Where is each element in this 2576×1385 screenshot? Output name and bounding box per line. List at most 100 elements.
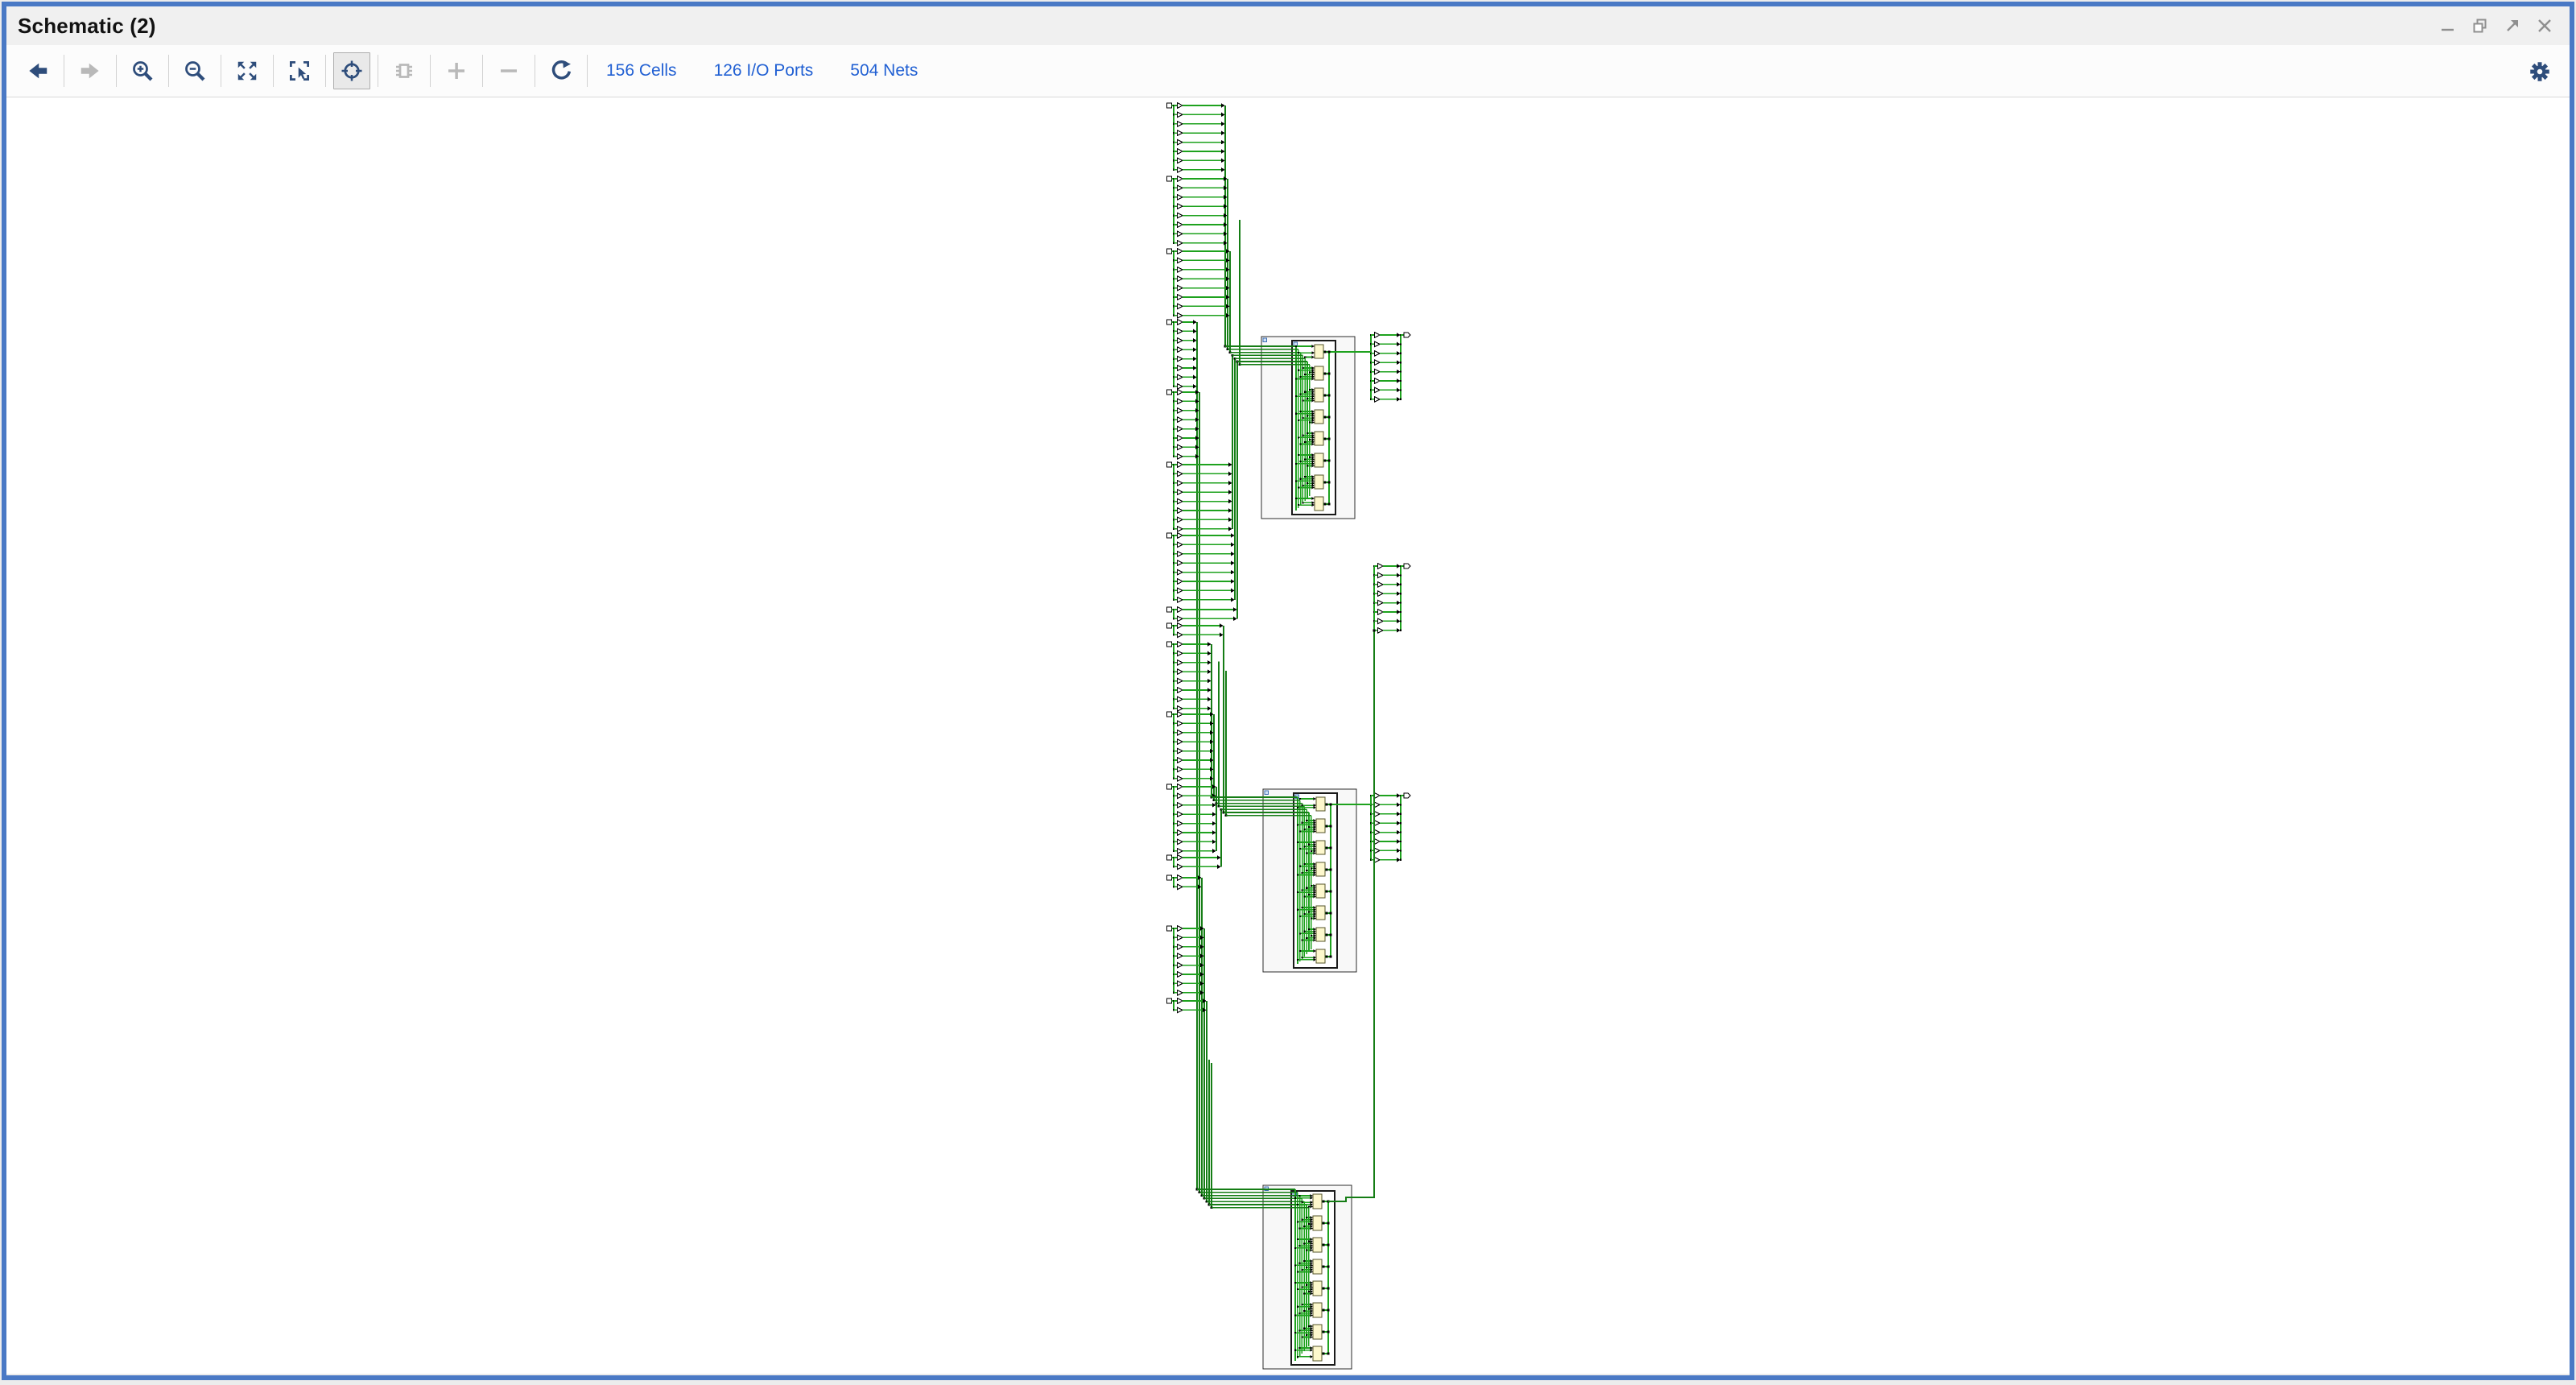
input-port-square: [1167, 249, 1172, 254]
refresh-icon: [549, 59, 573, 83]
minimize-icon: [2438, 16, 2458, 35]
lut-cell[interactable]: [1316, 928, 1325, 941]
toolbar-separator: [116, 55, 117, 87]
lut-cell[interactable]: [1316, 949, 1325, 963]
lut-cell[interactable]: [1313, 1281, 1322, 1296]
cell-block-3[interactable]: [1263, 1185, 1352, 1369]
output-port-group-2[interactable]: [1373, 564, 1410, 633]
lut-cell[interactable]: [1316, 862, 1325, 876]
cells-link[interactable]: 156 Cells: [606, 61, 677, 81]
lut-cell[interactable]: [1313, 1259, 1322, 1274]
lut-cell[interactable]: [1315, 453, 1323, 467]
input-port-group-10[interactable]: [1167, 642, 1212, 711]
output-port-pentagon: [1404, 793, 1410, 798]
zoom-out-button[interactable]: [176, 52, 213, 89]
lut-cell[interactable]: [1315, 345, 1323, 358]
refresh-button[interactable]: [543, 52, 580, 89]
input-port-square: [1167, 103, 1172, 108]
input-port-square: [1167, 642, 1172, 647]
autofit-selection-button[interactable]: [333, 52, 370, 89]
input-port-group-14[interactable]: [1167, 875, 1202, 890]
lut-cell[interactable]: [1313, 1325, 1322, 1339]
lut-cell[interactable]: [1316, 819, 1325, 833]
lut-cell[interactable]: [1313, 1194, 1322, 1209]
plus-icon: [444, 59, 469, 83]
lut-cell[interactable]: [1313, 1346, 1322, 1361]
chip-icon: [392, 59, 416, 83]
float-button[interactable]: [2502, 15, 2523, 36]
crosshair-icon: [340, 59, 364, 83]
input-port-square: [1167, 784, 1172, 789]
lut-cell[interactable]: [1316, 841, 1325, 854]
expand-icon: [235, 59, 259, 83]
input-port-group-4[interactable]: [1167, 320, 1197, 389]
lut-cell[interactable]: [1315, 410, 1323, 424]
io-ports-link[interactable]: 126 I/O Ports: [714, 61, 814, 81]
add-cell-button: [386, 52, 423, 89]
input-port-square: [1167, 533, 1172, 538]
lut-cell[interactable]: [1316, 906, 1325, 920]
input-port-group-9[interactable]: [1167, 623, 1224, 638]
lut-cell[interactable]: [1315, 432, 1323, 445]
settings-button[interactable]: [2521, 53, 2558, 90]
lut-cell[interactable]: [1313, 1216, 1322, 1230]
restore-button[interactable]: [2470, 15, 2491, 36]
input-port-square: [1167, 875, 1172, 880]
toolbar-separator: [168, 55, 169, 87]
zoom-fit-button[interactable]: [229, 52, 266, 89]
window-title: Schematic (2): [18, 14, 156, 39]
lut-cell[interactable]: [1313, 1238, 1322, 1252]
input-port-group-11[interactable]: [1167, 712, 1214, 781]
input-port-square: [1167, 926, 1172, 931]
expand-cone-button: [438, 52, 475, 89]
lut-cell[interactable]: [1313, 1303, 1322, 1317]
input-port-group-1[interactable]: [1167, 103, 1225, 172]
minimize-button[interactable]: [2438, 15, 2458, 36]
input-port-group-12[interactable]: [1167, 784, 1216, 854]
lut-cell[interactable]: [1315, 497, 1323, 511]
net-bundles: [1196, 105, 1241, 1209]
input-port-square: [1167, 176, 1172, 181]
output-port-group-3[interactable]: [1370, 793, 1410, 862]
input-port-group-15[interactable]: [1167, 926, 1204, 995]
toolbar-separator: [587, 55, 588, 87]
arrow-left-icon: [26, 59, 50, 83]
toolbar-links: 156 Cells 126 I/O Ports 504 Nets: [606, 61, 918, 81]
input-port-group-3[interactable]: [1167, 249, 1230, 318]
input-port-group-8[interactable]: [1167, 607, 1237, 622]
input-port-square: [1167, 712, 1172, 717]
zoom-selection-icon: [287, 59, 312, 83]
lut-cell[interactable]: [1315, 388, 1323, 402]
input-port-group-16[interactable]: [1167, 998, 1207, 1013]
schematic-canvas[interactable]: [6, 97, 2570, 1374]
gear-icon: [2528, 60, 2552, 84]
lut-cell[interactable]: [1316, 797, 1325, 811]
zoom-in-button[interactable]: [124, 52, 161, 89]
output-port-groups: [1370, 333, 1410, 862]
cell-block-1[interactable]: [1261, 337, 1355, 519]
input-port-group-2[interactable]: [1167, 176, 1228, 246]
float-icon: [2503, 16, 2522, 35]
input-port-group-5[interactable]: [1167, 390, 1199, 459]
input-port-square: [1167, 607, 1172, 612]
back-button[interactable]: [19, 52, 56, 89]
arrow-right-icon: [78, 59, 102, 83]
input-port-group-7[interactable]: [1167, 533, 1235, 602]
collapse-cone-button: [490, 52, 527, 89]
lut-cell[interactable]: [1316, 884, 1325, 898]
toolbar-separator: [430, 55, 431, 87]
output-port-group-1[interactable]: [1370, 333, 1410, 402]
cell-block-2[interactable]: [1263, 789, 1356, 972]
toolbar-separator: [482, 55, 483, 87]
lut-cell[interactable]: [1315, 475, 1323, 489]
hierarchy-marker-icon: [1263, 338, 1267, 342]
input-port-square: [1167, 998, 1172, 1003]
zoom-selection-button[interactable]: [281, 52, 318, 89]
output-port-pentagon: [1404, 333, 1410, 337]
nets-link[interactable]: 504 Nets: [850, 61, 918, 81]
close-button[interactable]: [2534, 15, 2555, 36]
input-port-group-13[interactable]: [1167, 855, 1221, 870]
input-port-groups: [1167, 103, 1237, 1013]
lut-cell[interactable]: [1315, 366, 1323, 380]
forward-button: [72, 52, 109, 89]
